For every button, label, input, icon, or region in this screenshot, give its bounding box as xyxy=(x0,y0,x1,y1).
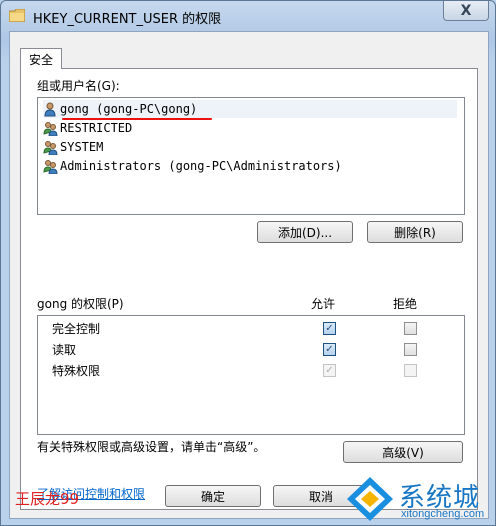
allow-checkbox-read[interactable]: ✓ xyxy=(323,343,336,356)
checkmark-icon: ✓ xyxy=(325,322,334,334)
deny-checkbox-full-control[interactable] xyxy=(404,322,417,335)
remove-button[interactable]: 删除(R) xyxy=(367,221,463,243)
users-label: 组或用户名(G): xyxy=(37,79,120,93)
permissions-dialog: HKEY_CURRENT_USER 的权限 X 安全 组或用户名(G): gon… xyxy=(0,0,496,526)
permission-name: 特殊权限 xyxy=(52,363,101,378)
site-logo: 系统城 xitongcheng.com xyxy=(343,473,495,525)
window-title: HKEY_CURRENT_USER 的权限 xyxy=(33,12,222,27)
allow-header: 允许 xyxy=(311,297,336,311)
author-watermark: 王辰龙99 xyxy=(15,490,80,508)
user-icon xyxy=(44,102,56,116)
checkmark-icon: ✓ xyxy=(325,343,334,355)
title-bar[interactable]: HKEY_CURRENT_USER 的权限 X xyxy=(1,1,495,31)
group-icon xyxy=(43,159,58,174)
user-name: SYSTEM xyxy=(60,140,104,154)
checkmark-icon: ✓ xyxy=(325,364,334,376)
group-icon xyxy=(43,121,58,136)
list-item[interactable]: SYSTEM xyxy=(43,138,103,156)
folder-icon xyxy=(9,9,25,22)
list-item[interactable]: Administrators (gong-PC\Administrators) xyxy=(43,157,342,175)
add-button[interactable]: 添加(D)... xyxy=(257,221,353,243)
advanced-help-text: 有关特殊权限或高级设置，请单击“高级”。 xyxy=(37,440,266,454)
deny-checkbox-read[interactable] xyxy=(404,343,417,356)
user-name: Administrators (gong-PC\Administrators) xyxy=(60,159,342,173)
permission-row: 特殊权限 xyxy=(52,360,100,380)
permission-row: 读取 xyxy=(52,339,76,359)
permission-name: 完全控制 xyxy=(52,321,101,336)
user-name: RESTRICTED xyxy=(60,121,133,135)
users-listbox[interactable]: gong (gong-PC\gong) RESTRICTED SYSTEM Ad… xyxy=(37,97,465,215)
close-icon: X xyxy=(460,2,472,19)
permissions-list: 完全控制 ✓ 读取 ✓ 特殊权限 ✓ xyxy=(37,315,465,435)
list-item[interactable]: gong (gong-PC\gong) xyxy=(43,100,457,118)
security-panel: 组或用户名(G): gong (gong-PC\gong) RESTRICTED… xyxy=(20,68,478,510)
user-name: gong (gong-PC\gong) xyxy=(60,102,198,116)
close-button[interactable]: X xyxy=(443,1,489,21)
logo-url: xitongcheng.com xyxy=(401,508,485,520)
allow-checkbox-full-control[interactable]: ✓ xyxy=(323,322,336,335)
deny-checkbox-special xyxy=(404,364,417,377)
allow-checkbox-special: ✓ xyxy=(323,364,336,377)
group-icon xyxy=(43,140,58,155)
logo-icon xyxy=(347,477,393,521)
deny-header: 拒绝 xyxy=(393,297,418,311)
advanced-button[interactable]: 高级(V) xyxy=(343,441,463,463)
ok-button[interactable]: 确定 xyxy=(165,485,261,507)
dialog-body: 安全 组或用户名(G): gong (gong-PC\gong) RESTRIC… xyxy=(9,31,489,519)
permission-name: 读取 xyxy=(52,342,77,357)
permissions-label: gong 的权限(P) xyxy=(37,297,124,311)
permission-row: 完全控制 xyxy=(52,318,100,338)
tab-security[interactable]: 安全 xyxy=(20,48,62,69)
list-item[interactable]: RESTRICTED xyxy=(43,119,132,137)
